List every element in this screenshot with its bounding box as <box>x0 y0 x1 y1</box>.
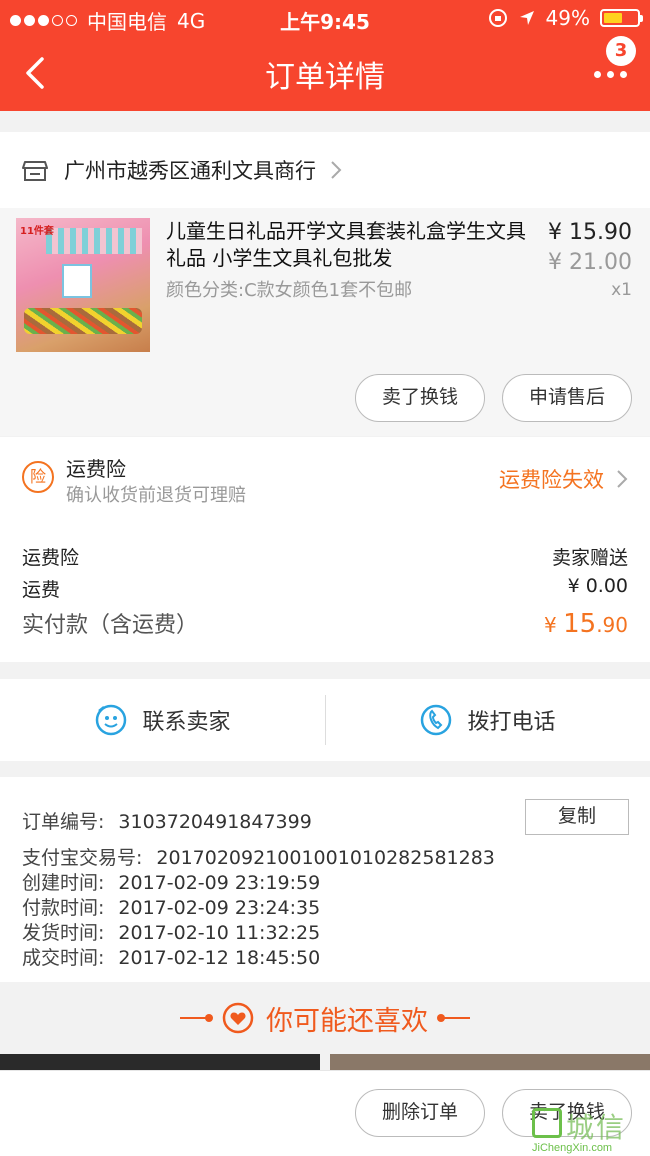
total-paid-row: 实付款（含运费） ¥ 15.90 <box>22 607 628 639</box>
paid-time-label: 付款时间: <box>22 897 105 919</box>
battery-percent: 49% <box>545 6 590 30</box>
shipping-cost-label: 运费 <box>22 579 61 601</box>
order-number-value: 3103720491847399 <box>118 811 312 833</box>
recommend-title: 你可能还喜欢 <box>266 1005 428 1037</box>
insurance-icon: 险 <box>22 461 54 493</box>
shipped-time-label: 发货时间: <box>22 922 105 944</box>
more-icon <box>594 71 627 78</box>
recommend-header: 你可能还喜欢 <box>0 982 650 1054</box>
divider <box>437 1014 470 1022</box>
created-time-label: 创建时间: <box>22 872 105 894</box>
product-image-tag: 11件套 <box>20 226 54 237</box>
product-original-price: ¥ 21.00 <box>548 250 632 275</box>
shop-name: 广州市越秀区通利文具商行 <box>64 159 316 183</box>
alipay-trade-label: 支付宝交易号: <box>22 847 143 869</box>
total-integer: 15 <box>563 609 597 639</box>
shipping-cost-row: 运费 ¥ 0.00 <box>22 575 628 602</box>
order-info-section: 订单编号: 3103720491847399 复制 支付宝交易号: 20170209… <box>0 777 650 982</box>
phone-icon <box>421 704 452 736</box>
contact-seller-button[interactable]: 联系卖家 <box>0 679 325 761</box>
shipped-time-row: 发货时间: 2017-02-10 11:32:25 <box>22 918 320 945</box>
product-name: 儿童生日礼品开学文具套装礼盒学生文具礼品 小学生文具礼包批发 <box>166 219 526 270</box>
bottom-action-bar: 删除订单 卖了换钱 城信 JiChengXin.com <box>0 1070 650 1156</box>
total-paid-value: ¥ 15.90 <box>544 609 628 639</box>
contact-seller-label: 联系卖家 <box>142 710 231 735</box>
shop-row[interactable]: 广州市越秀区通利文具商行 <box>0 132 650 208</box>
alipay-trade-value: 2017020921001001010282581283 <box>156 847 495 869</box>
location-arrow-icon <box>519 11 534 25</box>
heart-icon <box>222 1002 254 1034</box>
apply-after-sale-button[interactable]: 申请售后 <box>502 374 632 422</box>
order-number-row: 订单编号: 3103720491847399 <box>22 807 312 834</box>
created-time-value: 2017-02-09 23:19:59 <box>118 872 321 894</box>
insurance-title: 运费险 <box>66 457 126 481</box>
order-number-label: 订单编号: <box>22 811 105 833</box>
completed-time-value: 2017-02-12 18:45:50 <box>118 947 321 969</box>
call-phone-label: 拨打电话 <box>467 710 556 735</box>
battery-icon <box>600 9 643 27</box>
watermark-text: 城信 <box>566 1111 627 1144</box>
sell-for-cash-button[interactable]: 卖了换钱 <box>355 374 485 422</box>
contact-bar: 联系卖家 拨打电话 <box>0 679 650 761</box>
status-bar: 中国电信 4G 上午9:45 49% <box>0 6 650 34</box>
insurance-status-link[interactable]: 运费险失效 <box>499 464 604 494</box>
insurance-cost-label: 运费险 <box>22 547 80 569</box>
paid-time-value: 2017-02-09 23:24:35 <box>118 897 321 919</box>
product-price: ¥ 15.90 <box>548 220 632 245</box>
alipay-trade-row: 支付宝交易号: 2017020921001001010282581283 <box>22 843 495 870</box>
message-count-badge: 3 <box>606 36 636 66</box>
created-time-row: 创建时间: 2017-02-09 23:19:59 <box>22 868 320 895</box>
shipped-time-value: 2017-02-10 11:32:25 <box>118 922 321 944</box>
product-card[interactable]: 11件套 儿童生日礼品开学文具套装礼盒学生文具礼品 小学生文具礼包批发 颜色分类… <box>0 208 650 436</box>
shipping-insurance-section: 险 运费险 确认收货前退货可理赔 运费险失效 运费险 卖家赠送 运费 ¥ 0.0… <box>0 437 650 662</box>
chat-bubble-icon <box>96 704 127 736</box>
product-spec: 颜色分类:C款女颜色1套不包邮 <box>166 280 413 301</box>
rotation-lock-icon <box>488 9 507 27</box>
call-phone-button[interactable]: 拨打电话 <box>325 679 650 761</box>
total-decimal: .90 <box>596 613 628 637</box>
insurance-cost-row: 运费险 卖家赠送 <box>22 543 628 570</box>
page-title: 订单详情 <box>265 60 385 95</box>
completed-time-label: 成交时间: <box>22 947 105 969</box>
total-currency: ¥ <box>544 613 564 637</box>
product-quantity: x1 <box>611 280 632 300</box>
top-header: 中国电信 4G 上午9:45 49% 订单详情 3 <box>0 0 650 111</box>
watermark-url: JiChengXin.com <box>532 1142 613 1154</box>
divider <box>180 1014 213 1022</box>
chevron-right-icon <box>331 161 342 179</box>
site-watermark: 城信 JiChengXin.com <box>532 1106 648 1154</box>
paid-time-row: 付款时间: 2017-02-09 23:24:35 <box>22 893 320 920</box>
total-paid-label: 实付款（含运费） <box>22 613 199 638</box>
completed-time-row: 成交时间: 2017-02-12 18:45:50 <box>22 943 320 970</box>
delete-order-button[interactable]: 删除订单 <box>355 1089 485 1137</box>
insurance-subtitle: 确认收货前退货可理赔 <box>66 485 246 506</box>
insurance-cost-value: 卖家赠送 <box>551 547 628 569</box>
product-image[interactable]: 11件套 <box>16 218 150 352</box>
chevron-right-icon <box>617 470 628 488</box>
copy-order-number-button[interactable]: 复制 <box>525 799 629 835</box>
status-right: 49% <box>488 6 643 30</box>
shipping-cost-value: ¥ 0.00 <box>567 575 628 597</box>
watermark-logo-icon <box>532 1108 562 1138</box>
shop-icon <box>22 161 48 181</box>
divider <box>325 695 326 745</box>
